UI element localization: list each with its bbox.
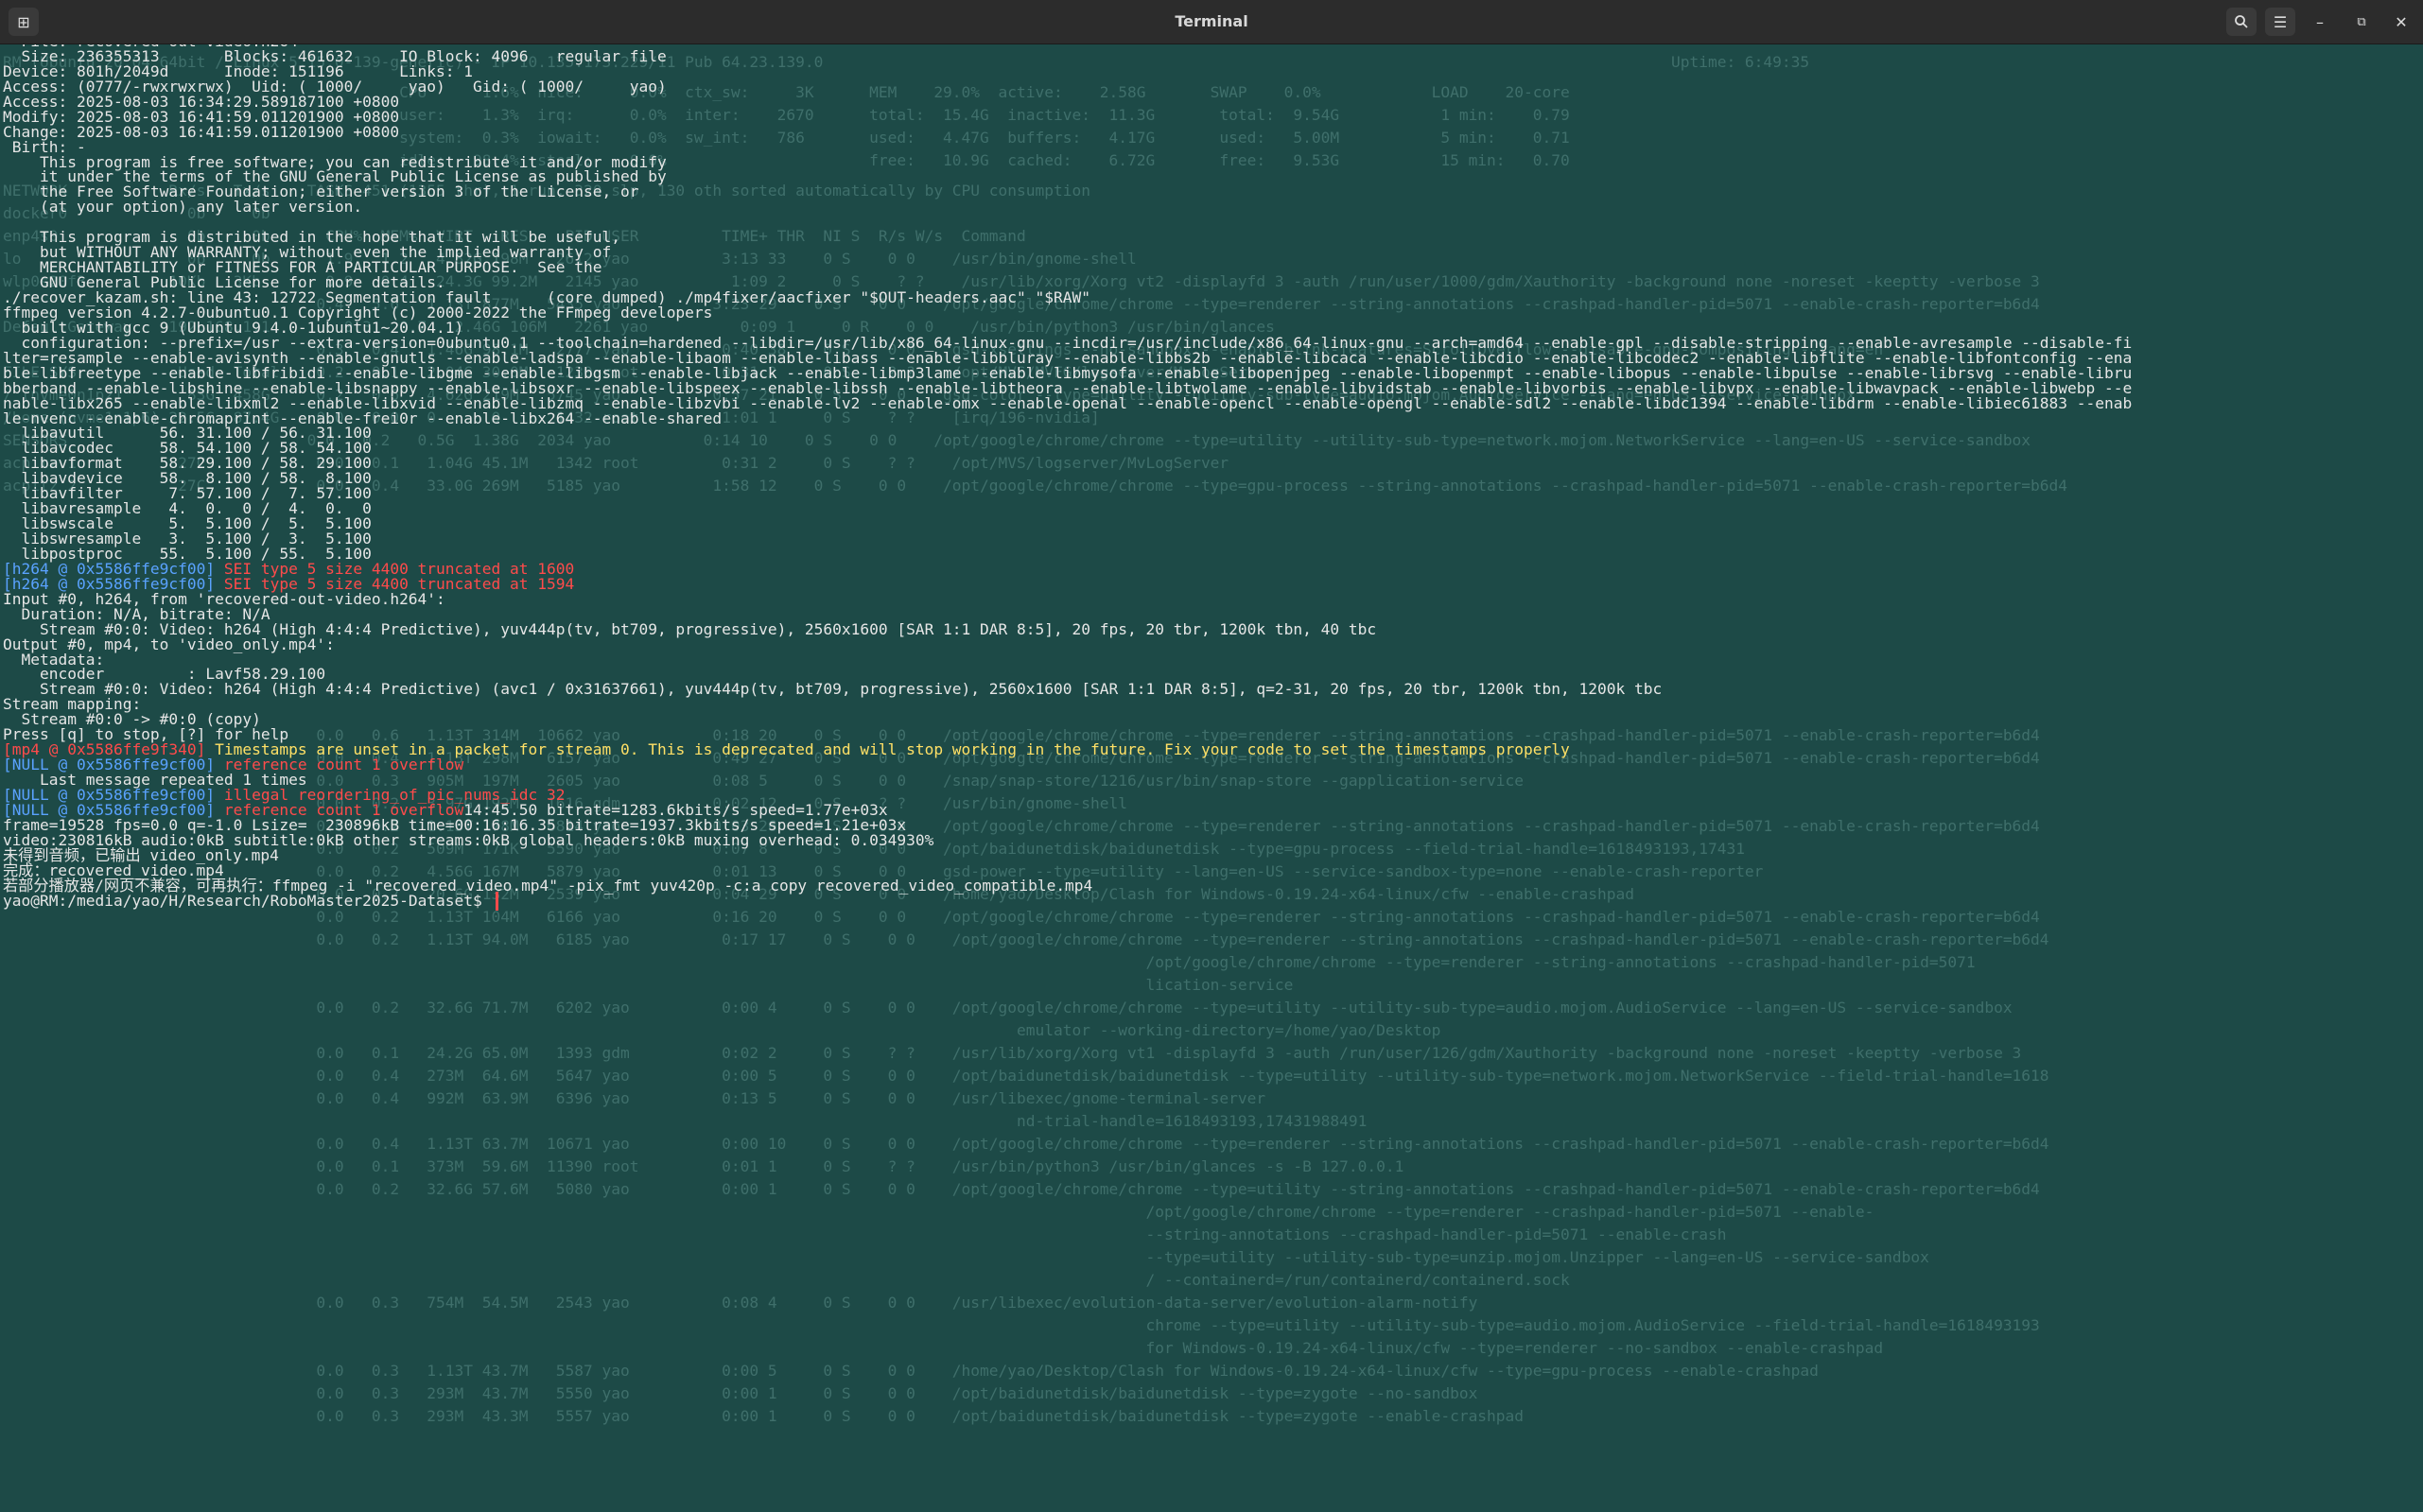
output-line: (at your option) any later version. — [3, 195, 362, 219]
background-line: 0.0 0.2 32.6G 71.7M 6202 yao 0:00 4 0 S … — [3, 999, 2013, 1017]
hamburger-menu-icon: ☰ — [2273, 12, 2288, 31]
background-line: --string-annotations --crashpad-handler-… — [3, 1225, 1727, 1243]
output-line: Stream #0:0: Video: h264 (High 4:4:4 Pre… — [3, 677, 1662, 702]
window-title: Terminal — [1175, 12, 1248, 30]
minimize-button[interactable]: – — [2308, 8, 2332, 36]
background-line: 0.0 0.1 24.2G 65.0M 1393 gdm 0:02 2 0 S … — [3, 1044, 2022, 1062]
background-line: /opt/google/chrome/chrome --type=rendere… — [3, 1203, 1874, 1221]
background-line: 0.0 0.3 1.13T 43.7M 5587 yao 0:00 5 0 S … — [3, 1362, 1819, 1380]
maximize-icon: ⧉ — [2357, 14, 2366, 29]
background-line: emulator --working-directory=/home/yao/D… — [3, 1021, 1441, 1039]
background-line: 0.0 0.4 1.13T 63.7M 10671 yao 0:00 10 0 … — [3, 1135, 2049, 1153]
background-line: / --containerd=/run/containerd/container… — [3, 1271, 1570, 1289]
background-line: --type=utility --utility-sub-type=unzip.… — [3, 1248, 1929, 1266]
background-line: 0.0 0.3 293M 43.3M 5557 yao 0:00 1 0 S 0… — [3, 1407, 1525, 1425]
title-bar: ⊞ Terminal ☰ – ⧉ ✕ — [0, 0, 2423, 44]
background-line: 0.0 0.1 373M 59.6M 11390 root 0:01 1 0 S… — [3, 1157, 1404, 1175]
prompt-symbol: $ — [473, 891, 492, 910]
background-line: /opt/google/chrome/chrome --type=rendere… — [3, 953, 1976, 971]
background-line: 0.0 0.2 1.13T 94.0M 6185 yao 0:17 17 0 S… — [3, 930, 2049, 948]
line-text: Stream #0:0: Video: h264 (High 4:4:4 Pre… — [3, 680, 1663, 699]
close-button[interactable]: ✕ — [2389, 8, 2414, 36]
minimize-icon: – — [2316, 12, 2324, 31]
background-line: 0.0 0.2 32.6G 57.6M 5080 yao 0:00 1 0 S … — [3, 1180, 2040, 1198]
search-button[interactable] — [2226, 8, 2257, 36]
background-line: 0.0 0.4 992M 63.9M 6396 yao 0:13 5 0 S 0… — [3, 1089, 1266, 1107]
maximize-button[interactable]: ⧉ — [2349, 8, 2374, 36]
close-icon: ✕ — [2395, 12, 2408, 31]
shell-prompt[interactable]: yao@RM:/media/yao/H/Research/RoboMaster2… — [3, 889, 498, 913]
line-text: (at your option) any later version. — [3, 198, 363, 217]
text-cursor — [495, 892, 498, 912]
background-line: for Windows-0.19.24-x64-linux/cfw --type… — [3, 1339, 1884, 1357]
background-line: chrome --type=utility --utility-sub-type… — [3, 1316, 2040, 1334]
background-line: lication-service — [3, 976, 1294, 994]
search-icon — [2235, 15, 2248, 28]
terminal-area[interactable]: RM (Ubuntu 20.04 64bit / Linux 5.15.0-13… — [0, 44, 2423, 1512]
prompt-path: :/media/yao/H/Research/RoboMaster2025-Da… — [58, 891, 474, 910]
background-line: 0.0 0.3 293M 43.7M 5550 yao 0:00 1 0 S 0… — [3, 1384, 1478, 1402]
background-line: 0.0 0.3 754M 54.5M 2543 yao 0:08 4 0 S 0… — [3, 1294, 1478, 1312]
background-line: 0.0 0.4 273M 64.6M 5647 yao 0:00 5 0 S 0… — [3, 1067, 2049, 1085]
prompt-user-host: yao@RM — [3, 891, 59, 910]
menu-button[interactable]: ☰ — [2265, 8, 2295, 36]
background-line: nd-trial-handle=1618493193,17431988491 — [3, 1112, 1368, 1130]
